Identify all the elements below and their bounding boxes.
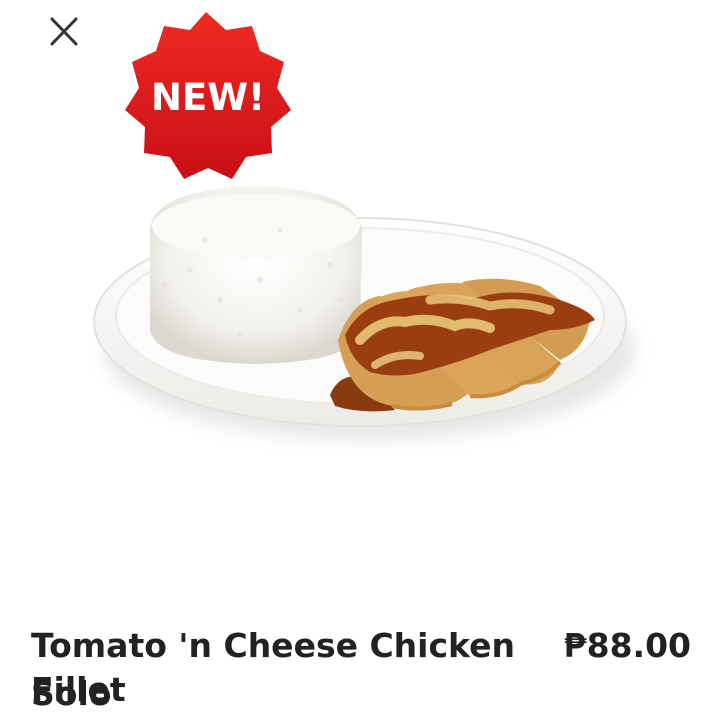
product-image: NEW! <box>93 12 635 440</box>
close-icon[interactable] <box>44 14 84 54</box>
product-price: ₱88.00 <box>563 626 691 665</box>
product-header: Tomato 'n Cheese Chicken Fillet ₱88.00 <box>31 624 691 712</box>
product-variant: Solo <box>31 674 112 713</box>
rice-mound <box>150 186 362 364</box>
badge-label: NEW! <box>151 76 265 119</box>
new-badge: NEW! <box>125 12 291 179</box>
